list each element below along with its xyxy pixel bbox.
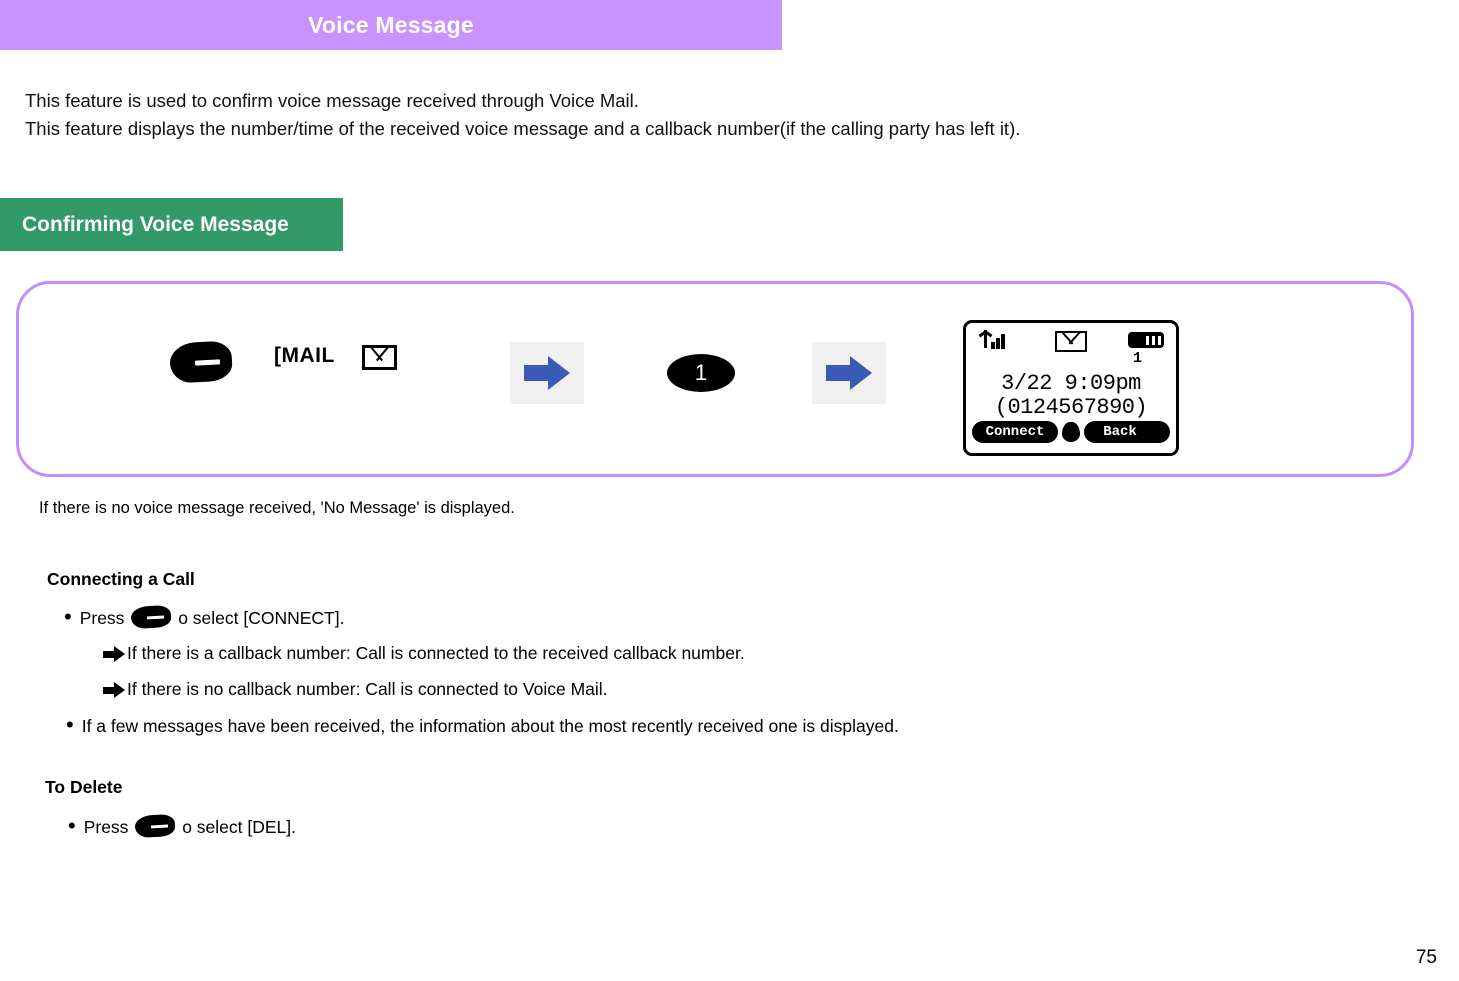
battery-segment-1 bbox=[1146, 335, 1149, 345]
digit-key-1: 1 bbox=[667, 354, 735, 392]
message-count: 1 bbox=[1132, 350, 1142, 367]
delete-press-bullet: • Press o select [DEL]. bbox=[68, 813, 296, 839]
envelope-icon bbox=[1055, 331, 1087, 352]
press-suffix: o select [CONNECT]. bbox=[178, 608, 345, 628]
bullet-dot: • bbox=[68, 813, 76, 838]
press-label: Press bbox=[79, 608, 125, 628]
arrow-head bbox=[548, 356, 570, 390]
softkey-back[interactable]: Back bbox=[1084, 421, 1170, 443]
page-title: Voice Message bbox=[308, 11, 474, 38]
envelope-icon bbox=[362, 345, 397, 370]
key-button-icon bbox=[168, 340, 234, 384]
press-label: Press bbox=[83, 817, 129, 837]
battery-icon bbox=[1128, 332, 1164, 348]
connecting-multi-message-text: If a few messages have been received, th… bbox=[81, 716, 899, 736]
arrow-head bbox=[114, 645, 125, 662]
black-right-arrow-icon bbox=[103, 645, 125, 662]
arrow-shaft bbox=[524, 365, 550, 381]
page-number: 75 bbox=[1415, 947, 1437, 968]
intro-line-1: This feature is used to confirm voice me… bbox=[25, 90, 639, 111]
phone-status-bar bbox=[966, 328, 1176, 352]
press-suffix: o select [DEL]. bbox=[182, 817, 296, 837]
phone-screen-mockup: 1 3/22 9:09pm (0124567890) Connect Back bbox=[963, 320, 1179, 456]
bullet-dot: • bbox=[64, 604, 72, 629]
key-button-icon-inline bbox=[130, 604, 172, 630]
to-delete-heading: To Delete bbox=[45, 777, 123, 797]
page-title-bar: Voice Message bbox=[0, 0, 782, 50]
signal-bar-2 bbox=[996, 338, 1000, 349]
signal-bar-1 bbox=[991, 342, 995, 349]
battery-segment-3 bbox=[1158, 335, 1161, 345]
blue-right-arrow-icon bbox=[510, 342, 584, 404]
section-header: Confirming Voice Message bbox=[0, 198, 343, 251]
softkey-connect[interactable]: Connect bbox=[972, 421, 1058, 443]
arrow-head bbox=[850, 356, 872, 390]
section-header-label: Confirming Voice Message bbox=[22, 212, 289, 236]
phone-softkey-bar: Connect Back bbox=[972, 421, 1170, 443]
arrow-head bbox=[114, 681, 125, 698]
arrow-glyph bbox=[826, 356, 872, 390]
battery-segment-2 bbox=[1152, 335, 1155, 345]
digit-key-label: 1 bbox=[694, 360, 708, 385]
bullet-dot: • bbox=[66, 712, 74, 737]
key-slot bbox=[151, 824, 169, 828]
connecting-multi-message-bullet: • If a few messages have been received, … bbox=[66, 714, 899, 737]
nav-dot-icon bbox=[1062, 422, 1080, 442]
intro-paragraph: This feature is used to confirm voice me… bbox=[25, 87, 1325, 143]
signal-bar-3 bbox=[1001, 334, 1005, 349]
blue-right-arrow-icon-2 bbox=[812, 342, 886, 404]
message-datetime: 3/22 9:09pm bbox=[1001, 371, 1141, 396]
message-callback-number: (0124567890) bbox=[994, 395, 1148, 420]
connecting-a-call-heading: Connecting a Call bbox=[47, 569, 195, 589]
key-slot bbox=[147, 615, 165, 619]
connecting-subitem-1: If there is a callback number: Call is c… bbox=[103, 643, 745, 664]
connecting-subitem-2-text: If there is no callback number: Call is … bbox=[127, 679, 608, 699]
black-right-arrow-icon bbox=[103, 681, 125, 698]
signal-bars-icon bbox=[978, 330, 1007, 349]
connecting-subitem-1-text: If there is a callback number: Call is c… bbox=[127, 643, 745, 663]
intro-line-2: This feature displays the number/time of… bbox=[25, 118, 1021, 139]
mail-menu-label: [MAIL bbox=[274, 344, 335, 367]
arrow-shaft bbox=[826, 365, 852, 381]
no-message-note: If there is no voice message received, '… bbox=[39, 499, 515, 517]
arrow-glyph bbox=[524, 356, 570, 390]
connecting-press-bullet: • Press o select [CONNECT]. bbox=[64, 604, 345, 630]
key-button-icon-inline bbox=[134, 813, 176, 839]
connecting-subitem-2: If there is no callback number: Call is … bbox=[103, 679, 608, 700]
